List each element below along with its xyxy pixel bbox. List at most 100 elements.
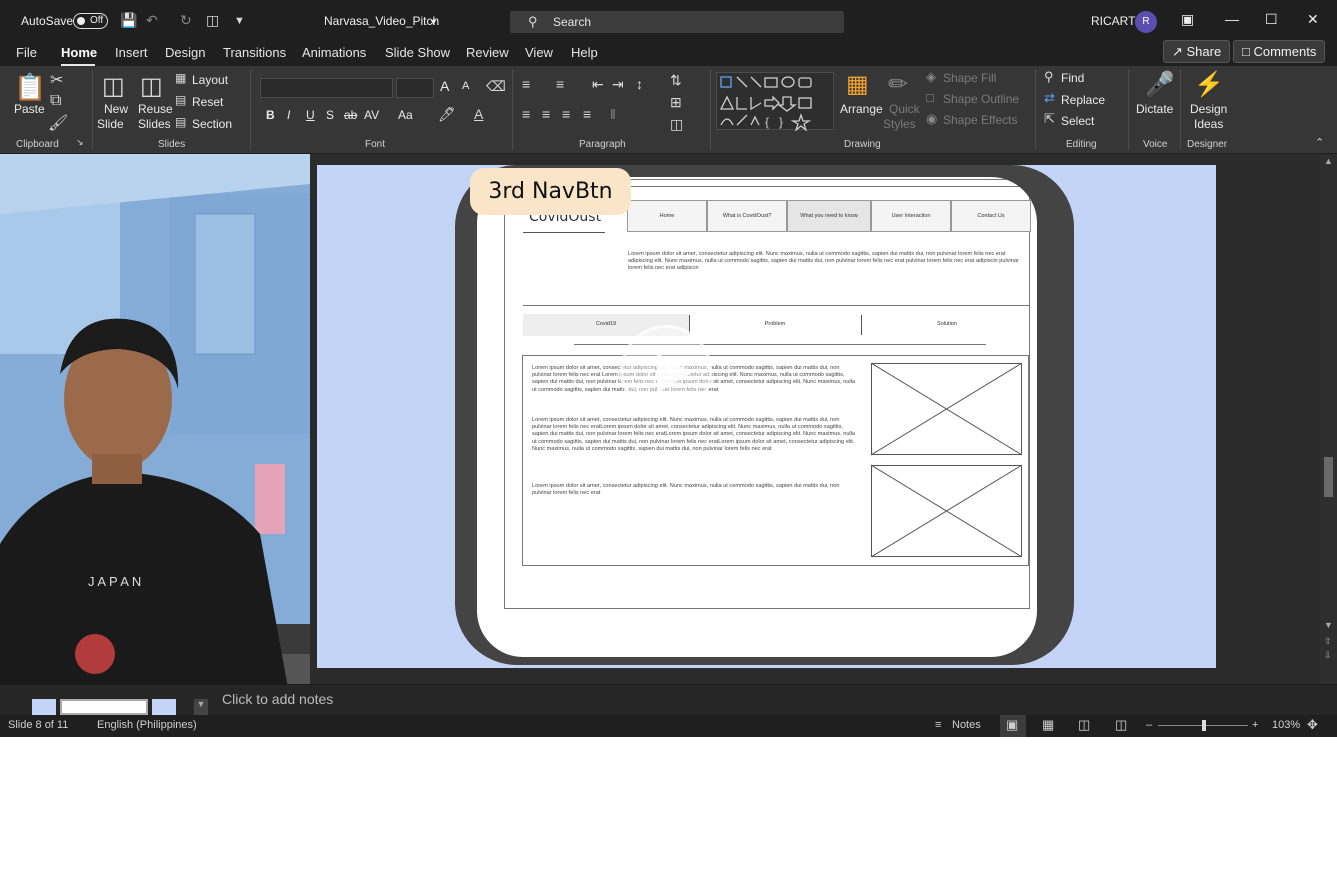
columns-icon[interactable]: ‖: [610, 106, 616, 122]
reuse-slides-label-1[interactable]: Reuse: [138, 102, 173, 116]
reset-label[interactable]: Reset: [192, 95, 223, 109]
new-slide-label-2[interactable]: Slide: [97, 117, 124, 131]
notes-button[interactable]: Notes: [952, 719, 981, 731]
previous-slide-icon[interactable]: ⇧: [1324, 636, 1332, 647]
tab-solution[interactable]: Solution: [861, 321, 1033, 327]
design-ideas-label-2[interactable]: Ideas: [1194, 117, 1223, 131]
numbering-icon[interactable]: ≡: [556, 76, 564, 92]
strikethrough-button[interactable]: ab: [344, 108, 357, 122]
save-icon[interactable]: 💾: [120, 12, 137, 29]
section-label[interactable]: Section: [192, 117, 232, 131]
design-ideas-label-1[interactable]: Design: [1190, 102, 1227, 116]
highlight-icon[interactable]: 🖊: [438, 106, 456, 123]
nav-what-is[interactable]: What is CovidOust?: [707, 200, 787, 232]
quick-styles-label-2[interactable]: Styles: [883, 117, 916, 131]
reuse-slides-label-2[interactable]: Slides: [138, 117, 171, 131]
video-play-button[interactable]: [620, 325, 712, 417]
tab-help[interactable]: Help: [571, 45, 598, 60]
grow-font-button[interactable]: A: [440, 78, 449, 94]
character-spacing-button[interactable]: AV: [364, 108, 379, 122]
dictate-label[interactable]: Dictate: [1136, 102, 1173, 116]
undo-icon[interactable]: ↶: [146, 12, 158, 29]
avatar[interactable]: R: [1135, 11, 1157, 33]
format-painter-icon[interactable]: 🖌: [48, 113, 68, 133]
align-text-icon[interactable]: ⊞: [670, 94, 682, 111]
shape-outline-label[interactable]: Shape Outline: [943, 92, 1019, 106]
find-label[interactable]: Find: [1061, 71, 1084, 85]
select-label[interactable]: Select: [1061, 114, 1094, 128]
underline-button[interactable]: U: [306, 108, 315, 122]
find-icon[interactable]: ⚲: [1044, 69, 1054, 85]
align-right-icon[interactable]: ≡: [562, 106, 570, 122]
minimize-icon[interactable]: —: [1225, 11, 1239, 27]
section-icon[interactable]: ▤: [175, 115, 186, 129]
share-button[interactable]: ↗ Share: [1163, 40, 1231, 63]
zoom-level[interactable]: 103%: [1272, 719, 1300, 731]
tab-design[interactable]: Design: [165, 45, 205, 60]
tab-insert[interactable]: Insert: [115, 45, 148, 60]
nav-contact[interactable]: Contact Us: [951, 200, 1031, 232]
tab-problem[interactable]: Problem: [689, 321, 861, 327]
dialog-launcher-icon[interactable]: ↘: [76, 137, 84, 148]
zoom-out-icon[interactable]: –: [1146, 719, 1152, 731]
slide-sorter-icon[interactable]: ▦: [1042, 717, 1054, 733]
close-icon[interactable]: ✕: [1307, 11, 1319, 28]
smartart-icon[interactable]: ◫: [670, 116, 683, 133]
new-slide-label-1[interactable]: New: [104, 102, 128, 116]
shadow-button[interactable]: S: [326, 108, 334, 122]
replace-icon[interactable]: ⇄: [1044, 90, 1055, 106]
microphone-icon[interactable]: 🎤: [1145, 70, 1175, 99]
decrease-indent-icon[interactable]: ⇤: [592, 76, 604, 93]
customize-qat-icon[interactable]: ▼: [234, 15, 245, 27]
notes-placeholder[interactable]: Click to add notes: [222, 691, 333, 707]
zoom-slider-thumb[interactable]: [1202, 720, 1206, 731]
comments-button[interactable]: □ Comments: [1233, 40, 1326, 63]
font-color-icon[interactable]: A: [474, 106, 483, 122]
nav-home[interactable]: Home: [627, 200, 707, 232]
shrink-font-button[interactable]: A: [462, 80, 469, 92]
increase-indent-icon[interactable]: ⇥: [612, 76, 624, 93]
user-name[interactable]: RICART: [1091, 14, 1135, 28]
replace-label[interactable]: Replace: [1061, 93, 1105, 107]
scroll-up-icon[interactable]: ▲: [1324, 156, 1333, 166]
select-icon[interactable]: ⇱: [1044, 111, 1055, 127]
shapes-gallery[interactable]: { }: [716, 72, 834, 132]
shape-outline-icon[interactable]: □: [926, 90, 934, 105]
arrange-icon[interactable]: ▦: [846, 70, 869, 99]
nav-user-interaction[interactable]: User Interaction: [871, 200, 951, 232]
shape-fill-icon[interactable]: ◈: [926, 69, 936, 85]
font-name-input[interactable]: [260, 78, 393, 98]
nav-need-to-know[interactable]: What you need to know: [787, 200, 871, 232]
reading-view-icon[interactable]: ◫: [1078, 717, 1090, 733]
scroll-thumb[interactable]: [1324, 457, 1333, 497]
document-title[interactable]: Narvasa_Video_Pitch: [324, 14, 439, 28]
language-indicator[interactable]: English (Philippines): [97, 719, 197, 731]
arrange-label[interactable]: Arrange: [840, 102, 883, 116]
paste-label[interactable]: Paste: [14, 102, 45, 116]
ribbon-display-icon[interactable]: ▣: [1181, 11, 1194, 28]
justify-icon[interactable]: ≡: [583, 106, 591, 122]
vertical-scrollbar[interactable]: ▲ ▼ ⇧ ⇩: [1320, 154, 1337, 684]
slide[interactable]: CovidOust Home What is CovidOust? What y…: [317, 165, 1216, 668]
reuse-slides-icon[interactable]: ◫: [140, 72, 163, 101]
present-icon[interactable]: ◫: [206, 12, 219, 29]
tab-transitions[interactable]: Transitions: [223, 45, 286, 60]
thumbnail[interactable]: [32, 699, 56, 715]
italic-button[interactable]: I: [287, 108, 290, 122]
redo-icon[interactable]: ↻: [180, 12, 192, 29]
cut-icon[interactable]: ✂: [50, 70, 63, 90]
align-left-icon[interactable]: ≡: [522, 106, 530, 122]
thumbnail-selected[interactable]: [60, 699, 148, 715]
change-case-button[interactable]: Aa: [398, 108, 413, 122]
copy-icon[interactable]: ⧉: [50, 92, 61, 110]
bold-button[interactable]: B: [266, 108, 275, 122]
quick-styles-label-1[interactable]: Quick: [889, 102, 920, 116]
tab-review[interactable]: Review: [466, 45, 509, 60]
shape-fill-label[interactable]: Shape Fill: [943, 71, 996, 85]
text-direction-icon[interactable]: ⇅: [670, 72, 682, 89]
search-box[interactable]: ⚲ Search: [510, 11, 844, 33]
thumbnail-scroll-icon[interactable]: ▼: [194, 699, 208, 715]
font-size-input[interactable]: [396, 78, 434, 98]
line-spacing-icon[interactable]: ↕: [636, 76, 643, 92]
clear-formatting-icon[interactable]: ⌫: [486, 78, 506, 95]
